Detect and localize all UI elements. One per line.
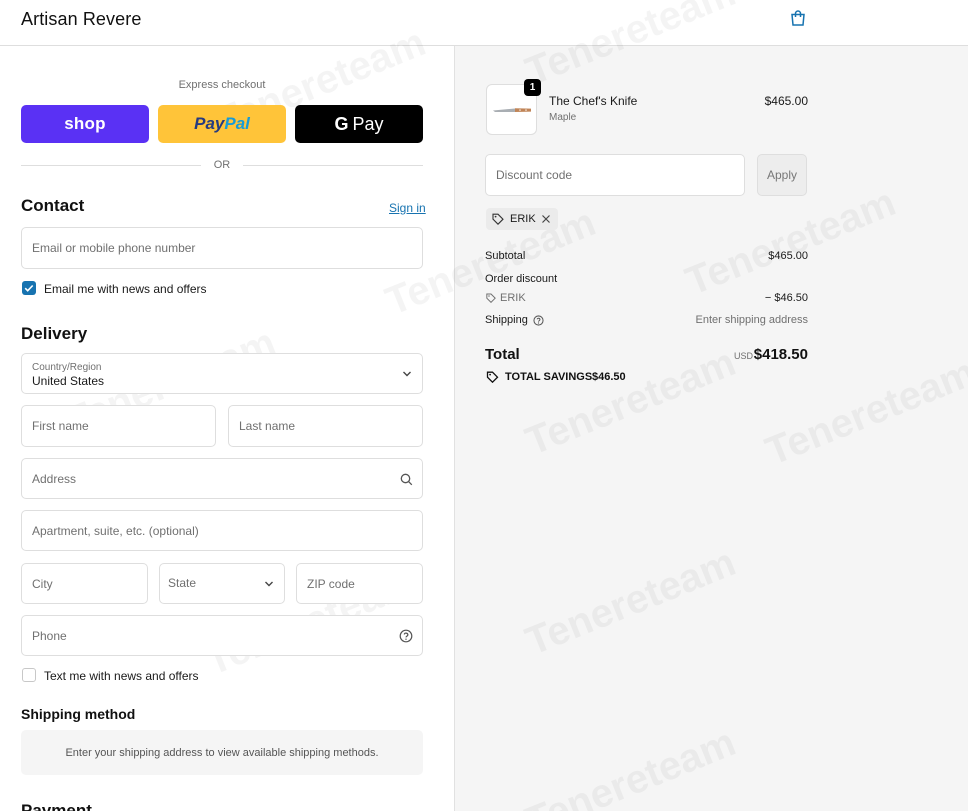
product-name: The Chef's Knife [549,94,638,108]
applied-discount-chip: ERIK [486,208,558,230]
state-label: State [168,576,197,590]
shipping-method-heading: Shipping method [21,706,136,722]
state-select[interactable]: State [159,563,285,604]
total-value: $418.50 [753,346,808,363]
phone-placeholder: Phone [32,628,67,643]
product-price: $465.00 [764,94,808,108]
zip-placeholder: ZIP code [307,576,355,591]
google-pay-button[interactable]: G Pay [295,105,423,143]
contact-heading: Contact [21,196,85,215]
subtotal-value: $465.00 [768,250,808,262]
quantity-badge: 1 [524,79,541,96]
paypal-label-part2: Pal [224,114,250,133]
shipping-method-message: Enter your shipping address to view avai… [65,746,379,759]
apartment-placeholder: Apartment, suite, etc. (optional) [32,523,199,538]
savings-tag-icon [486,371,499,383]
tag-icon [486,293,496,303]
shipping-label: Shipping [485,314,528,326]
store-brand[interactable]: Artisan Revere [21,9,141,30]
chevron-down-icon [403,371,411,377]
google-pay-label: Pay [352,113,384,134]
phone-field[interactable]: Phone [21,615,423,656]
email-field[interactable]: Email or mobile phone number [21,227,423,269]
order-discount-label: Order discount [485,273,558,285]
total-savings-value: $46.50 [592,371,626,383]
sms-news-checkbox[interactable] [22,668,36,682]
header: Artisan Revere [0,0,968,46]
shipping-method-notice: Enter your shipping address to view avai… [21,730,423,775]
first-name-placeholder: First name [32,419,89,433]
search-icon[interactable] [400,473,413,486]
apply-discount-button[interactable]: Apply [757,154,807,196]
total-currency: USD [733,351,753,361]
total-label: Total [485,346,520,363]
discount-code-placeholder: Discount code [496,168,573,182]
paypal-button[interactable]: Pay Pal [158,105,286,143]
city-placeholder: City [32,576,53,591]
paypal-label-part1: Pay [194,114,225,133]
discount-code-field[interactable]: Discount code [485,154,745,196]
country-select[interactable]: Country/Region United States [21,353,423,394]
first-name-field[interactable]: First name [21,405,216,447]
payment-heading: Payment [21,801,92,811]
shopping-bag-icon[interactable] [789,9,807,27]
order-discount-value: − $46.50 [764,292,808,304]
remove-discount-icon[interactable] [541,214,551,224]
city-field[interactable]: City [21,563,148,604]
country-value: United States [32,374,105,388]
chevron-down-icon [265,581,273,587]
total-savings-label: TOTAL SAVINGS [505,371,593,383]
tag-icon [492,213,504,225]
order-discount-code: ERIK [500,292,526,304]
delivery-heading: Delivery [21,324,88,343]
last-name-placeholder: Last name [239,419,296,433]
email-news-label: Email me with news and offers [44,282,207,296]
email-placeholder: Email or mobile phone number [32,241,196,255]
help-circle-icon[interactable] [533,315,544,326]
help-circle-icon[interactable] [399,629,413,643]
divider [21,165,201,166]
express-checkout-label: Express checkout [178,79,266,91]
shop-pay-label: shop [64,114,106,133]
shop-pay-button[interactable]: shop [21,105,149,143]
or-divider-label: OR [213,159,231,171]
address-placeholder: Address [32,471,77,486]
shipping-value: Enter shipping address [695,314,808,326]
subtotal-label: Subtotal [485,250,526,262]
apartment-field[interactable]: Apartment, suite, etc. (optional) [21,510,423,551]
sms-news-label: Text me with news and offers [44,669,199,683]
applied-discount-code: ERIK [510,213,536,225]
divider [243,165,423,166]
google-g-icon: G [334,113,349,134]
product-variant: Maple [549,112,577,123]
email-news-checkbox[interactable] [22,281,36,295]
country-label: Country/Region [32,362,102,373]
last-name-field[interactable]: Last name [228,405,423,447]
address-field[interactable]: Address [21,458,423,499]
checkmark-icon [24,284,34,292]
zip-field[interactable]: ZIP code [296,563,423,604]
sign-in-link[interactable]: Sign in [389,201,426,215]
